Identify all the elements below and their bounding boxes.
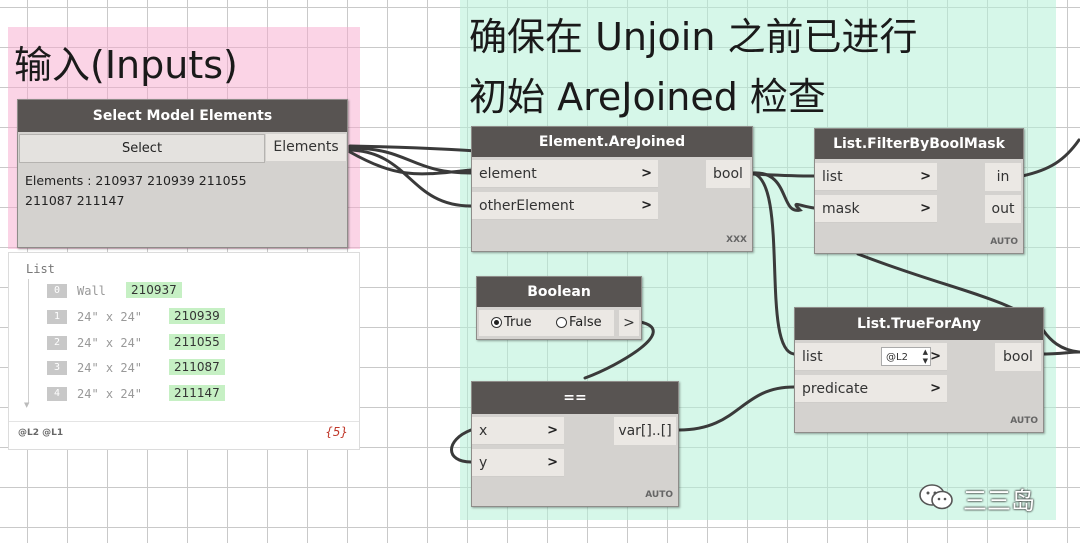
filter-by-bool-mask-node[interactable]: List.FilterByBoolMask list > mask > in o… xyxy=(814,128,1024,254)
element-arejoined-node[interactable]: Element.AreJoined element > otherElement… xyxy=(471,126,753,252)
watch-footer-divider xyxy=(9,421,359,422)
filter-list-port[interactable]: list > xyxy=(815,163,937,191)
trueforany-predicate-port[interactable]: predicate > xyxy=(795,375,947,403)
chevron-right-icon: > xyxy=(930,380,941,396)
watch-item-value: 211087 xyxy=(169,359,225,375)
radio-selected-dot-icon xyxy=(494,320,499,325)
equals-node[interactable]: == x > y > var[]..[] AUTO xyxy=(471,381,679,507)
watch-count: {5} xyxy=(325,425,348,439)
radio-true-label: True xyxy=(504,315,532,330)
chevron-right-icon: > xyxy=(920,168,931,184)
chevron-right-icon: > xyxy=(641,197,652,213)
arejoined-element-label: element xyxy=(479,166,537,182)
watch-tree-arrow-icon: ▼ xyxy=(24,401,30,409)
watch-index: 4 xyxy=(47,387,67,401)
trueforany-predicate-label: predicate xyxy=(802,381,869,397)
equals-y-label: y xyxy=(479,455,488,471)
true-for-any-node[interactable]: List.TrueForAny list @L2 ▲ ▼ > predicate … xyxy=(794,307,1044,433)
wire-equals-to-predicate xyxy=(677,385,796,432)
equals-title: == xyxy=(472,382,678,414)
wire-equals-x-loop xyxy=(450,428,473,464)
boolean-toggle[interactable]: True False xyxy=(479,310,614,336)
watch-tree-line xyxy=(28,279,29,403)
watch-item-value: 211055 xyxy=(169,334,225,350)
chevron-right-icon: > xyxy=(930,348,941,364)
watch-list-panel[interactable]: List ▼ 0 Wall 210937 1 24" x 24" 210939 … xyxy=(8,252,360,450)
arejoined-otherelement-port[interactable]: otherElement > xyxy=(472,192,658,220)
radio-false[interactable] xyxy=(556,317,567,328)
select-info-line2: 211087 211147 xyxy=(25,193,125,208)
boolean-output-port[interactable]: > xyxy=(619,310,639,336)
chevron-right-icon: > xyxy=(547,454,558,470)
watch-index: 1 xyxy=(47,310,67,324)
equals-y-port[interactable]: y > xyxy=(472,449,564,477)
equals-x-label: x xyxy=(479,423,488,439)
stepper-arrows-icon[interactable]: ▲ ▼ xyxy=(923,348,928,366)
wire-elements-to-equals-x xyxy=(348,150,473,176)
elements-output-port[interactable]: Elements xyxy=(266,134,346,161)
filter-out-output[interactable]: out xyxy=(985,195,1021,223)
radio-true[interactable] xyxy=(491,317,502,328)
watch-item-label: Wall xyxy=(77,284,106,298)
watch-item-label: 24" x 24" xyxy=(77,361,143,375)
select-node-title: Select Model Elements xyxy=(18,100,347,132)
select-info-line1: Elements : 210937 210939 211055 xyxy=(25,173,247,188)
watch-item-label: 24" x 24" xyxy=(77,387,143,401)
list-level-selector[interactable]: @L2 ▲ ▼ xyxy=(881,347,931,366)
watch-index: 2 xyxy=(47,336,67,350)
watch-item-value: 210937 xyxy=(126,282,182,298)
arejoined-element-port[interactable]: element > xyxy=(472,160,658,188)
watch-levels: @L2 @L1 xyxy=(18,428,64,438)
watch-index: 3 xyxy=(47,361,67,375)
arejoined-lacing[interactable]: XXX xyxy=(726,235,747,245)
trueforany-bool-output[interactable]: bool xyxy=(995,343,1041,371)
select-button[interactable]: Select xyxy=(19,134,265,163)
chevron-right-icon: > xyxy=(547,422,558,438)
boolean-node[interactable]: Boolean True False > xyxy=(476,276,642,340)
arejoined-bool-output[interactable]: bool xyxy=(706,160,750,188)
filter-lacing[interactable]: AUTO xyxy=(990,237,1018,247)
watch-item-value: 211147 xyxy=(169,385,225,401)
equals-lacing[interactable]: AUTO xyxy=(645,490,673,500)
select-model-elements-node[interactable]: Select Model Elements Select Elements El… xyxy=(17,99,348,248)
list-level-value: @L2 xyxy=(886,352,908,363)
trueforany-lacing[interactable]: AUTO xyxy=(1010,416,1038,426)
watch-item-label: 24" x 24" xyxy=(77,310,143,324)
watch-item-label: 24" x 24" xyxy=(77,336,143,350)
arejoined-title: Element.AreJoined xyxy=(472,127,752,157)
arejoined-otherelement-label: otherElement xyxy=(479,198,575,214)
wire-elements-to-otherelement xyxy=(348,148,473,208)
filter-list-label: list xyxy=(822,169,843,185)
wire-trueforany-out xyxy=(1038,350,1080,356)
equals-x-port[interactable]: x > xyxy=(472,417,564,445)
wire-filter-in-out xyxy=(1020,138,1080,178)
radio-false-label: False xyxy=(569,315,602,330)
chevron-right-icon: > xyxy=(641,165,652,181)
trueforany-list-label: list xyxy=(802,349,823,365)
filter-title: List.FilterByBoolMask xyxy=(815,129,1023,159)
trueforany-title: List.TrueForAny xyxy=(795,308,1043,340)
watch-list-header: List xyxy=(26,262,55,276)
watch-item-value: 210939 xyxy=(169,308,225,324)
filter-mask-port[interactable]: mask > xyxy=(815,195,937,223)
watermark-text: 三三岛 xyxy=(963,487,1035,515)
boolean-title: Boolean xyxy=(477,277,641,307)
equals-output-port[interactable]: var[]..[] xyxy=(614,417,676,445)
watch-index: 0 xyxy=(47,284,67,298)
filter-in-output[interactable]: in xyxy=(985,163,1021,191)
trueforany-list-port[interactable]: list @L2 ▲ ▼ > xyxy=(795,343,947,371)
wechat-logo-icon xyxy=(918,483,956,511)
chevron-right-icon: > xyxy=(920,200,931,216)
filter-mask-label: mask xyxy=(822,201,860,217)
